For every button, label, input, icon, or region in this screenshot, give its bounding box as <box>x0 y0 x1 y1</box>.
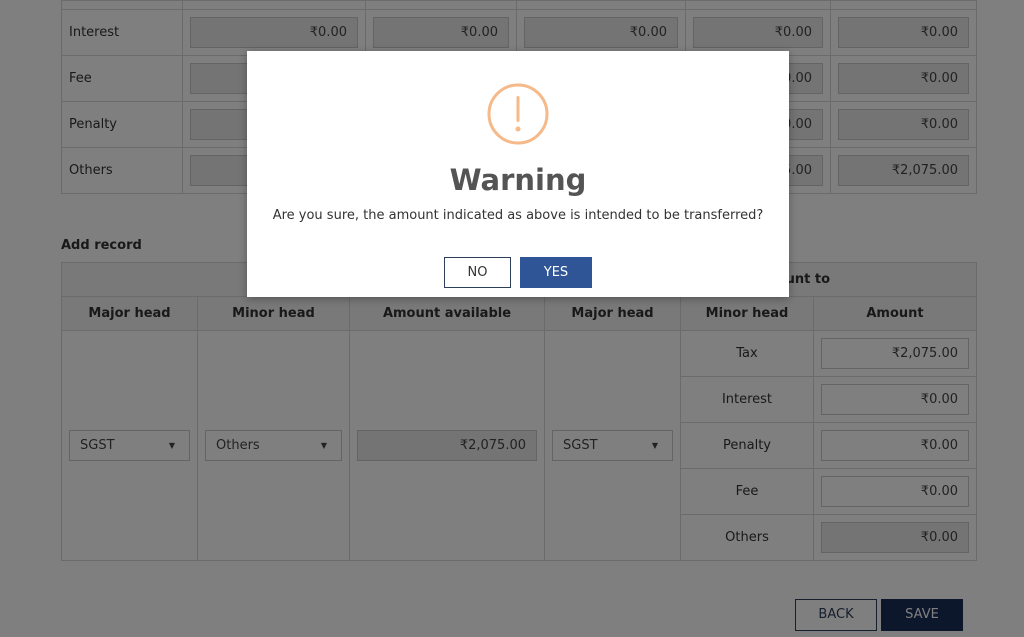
warning-dialog: Warning Are you sure, the amount indicat… <box>247 51 789 297</box>
dialog-title: Warning <box>449 163 587 197</box>
no-button[interactable]: NO <box>444 257 511 288</box>
dialog-message: Are you sure, the amount indicated as ab… <box>272 208 764 223</box>
yes-button[interactable]: YES <box>520 257 592 288</box>
warning-icon <box>487 83 549 145</box>
